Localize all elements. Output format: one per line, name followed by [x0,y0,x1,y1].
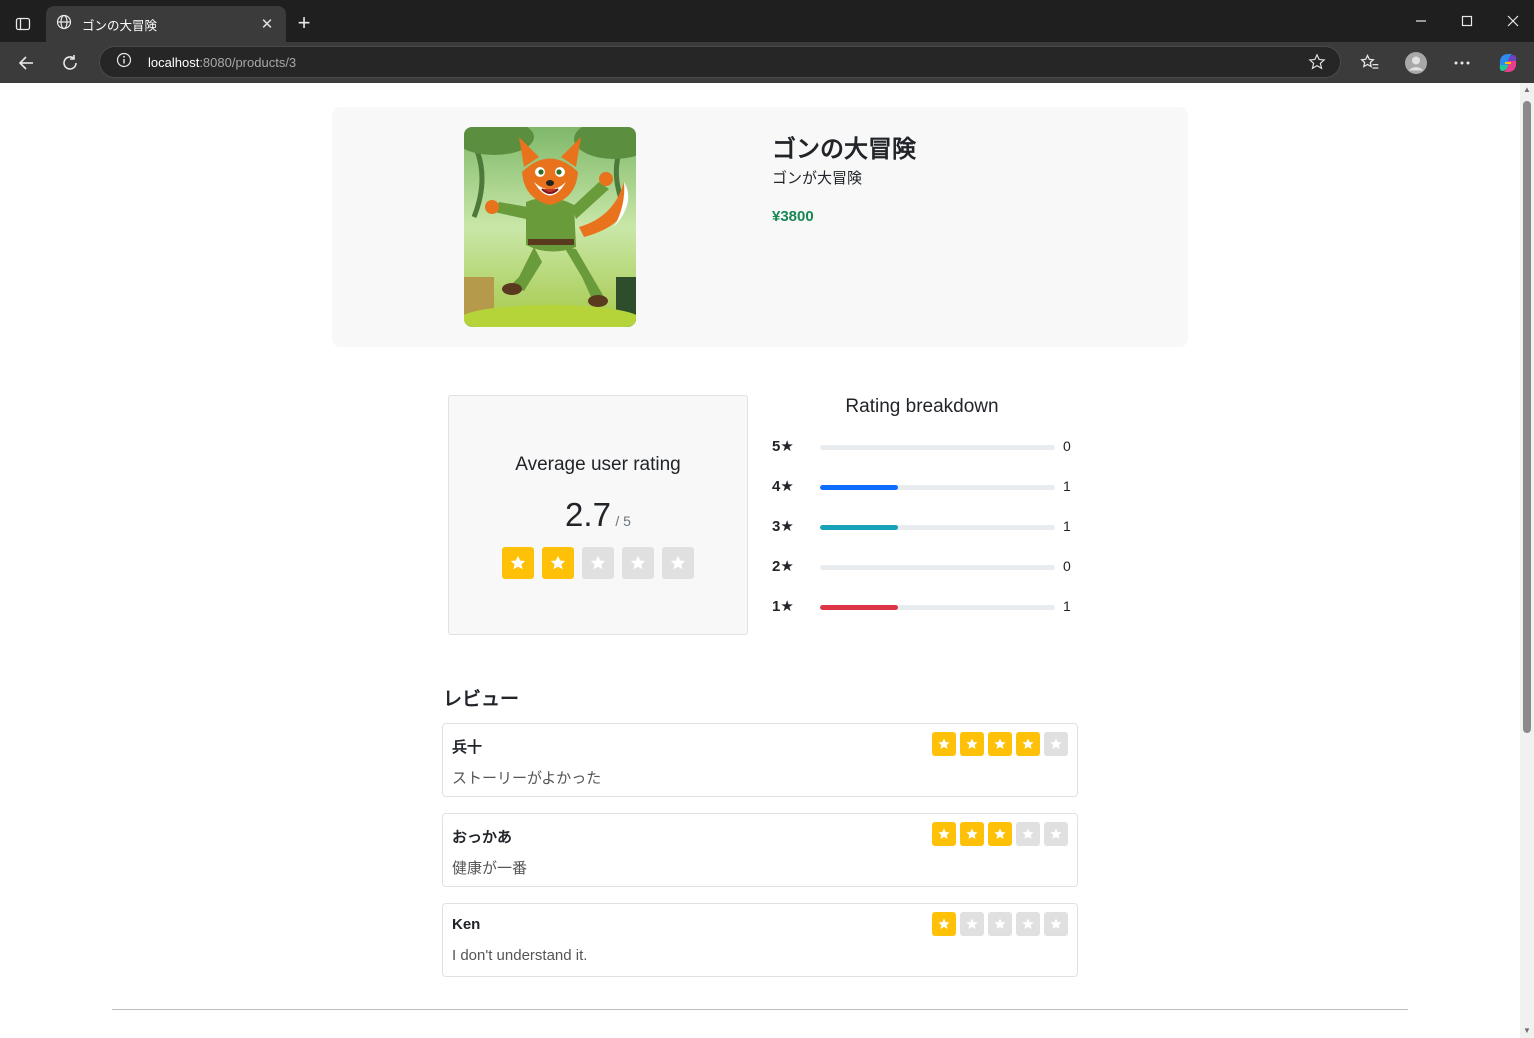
review-card: Ken I don't understand it. [442,903,1078,977]
review-card: 兵十ストーリーがよかった [442,723,1078,797]
average-rating-box: Average user rating 2.7 / 5 [448,395,748,635]
sidebar-toggle-icon[interactable] [10,11,36,37]
profile-avatar-icon[interactable] [1403,50,1429,76]
breakdown-count: 0 [1063,438,1071,454]
average-rating-number: 2.7 [565,496,611,533]
scroll-down-icon[interactable]: ▼ [1523,1027,1531,1035]
reviews-heading: レビュー [443,689,520,710]
product-card: ゴンの大冒険 ゴンが大冒険 ¥3800 [332,107,1188,347]
favorites-list-icon[interactable] [1357,50,1383,76]
review-stars [932,732,1068,756]
star-filled-icon [932,912,956,936]
back-arrow-icon[interactable] [13,50,39,76]
product-subtitle: ゴンが大冒険 [772,170,863,187]
star-filled-icon [988,822,1012,846]
star-filled-icon [960,732,984,756]
star-filled-icon [502,547,534,579]
rating-breakdown-row: 3★ 1 [772,517,1082,537]
rating-breakdown-row: 4★ 1 [772,477,1082,497]
url-path: :8080/products/3 [199,54,297,70]
review-text: ストーリーがよかった [452,770,602,787]
breakdown-progress-fill [820,485,899,490]
breakdown-count: 1 [1063,598,1071,614]
star-empty-icon [1016,912,1040,936]
average-rating-title: Average user rating [515,454,681,475]
breakdown-star-label: 4★ [772,478,794,495]
browser-titlebar: ゴンの大冒険 ✕ + [0,0,1534,42]
browser-tab-active[interactable]: ゴンの大冒険 ✕ [46,6,286,42]
more-menu-icon[interactable] [1449,50,1475,76]
average-rating-stars [502,547,694,579]
copilot-icon[interactable] [1495,50,1521,76]
star-empty-icon [1044,732,1068,756]
star-filled-icon [1016,732,1040,756]
breakdown-star-label: 2★ [772,558,794,575]
breakdown-star-label: 5★ [772,438,794,455]
breakdown-progress-bar [820,525,1055,530]
tab-close-icon[interactable]: ✕ [258,15,276,33]
browser-toolbar: localhost:8080/products/3 [0,42,1534,83]
breakdown-progress-fill [820,525,899,530]
breakdown-progress-bar [820,485,1055,490]
new-tab-icon[interactable]: + [292,12,316,36]
globe-icon [56,14,72,35]
address-bar[interactable]: localhost:8080/products/3 [99,46,1341,78]
breakdown-count: 1 [1063,518,1071,534]
scroll-up-icon[interactable]: ▲ [1523,86,1531,94]
star-filled-icon [932,822,956,846]
star-filled-icon [542,547,574,579]
star-empty-icon [988,912,1012,936]
star-filled-icon [932,732,956,756]
star-filled-icon [960,822,984,846]
scrollbar-thumb[interactable] [1523,101,1531,733]
average-rating-value: 2.7 / 5 [449,496,747,534]
breakdown-star-label: 1★ [772,598,794,615]
review-card: おっかあ 健康が一番 [442,813,1078,887]
product-price: ¥3800 [772,208,814,225]
breakdown-progress-bar [820,605,1055,610]
rating-breakdown-title: Rating breakdown [845,396,999,417]
star-empty-icon [1016,822,1040,846]
minimize-icon[interactable] [1410,12,1432,32]
tab-title: ゴンの大冒険 [82,18,158,33]
star-empty-icon [960,912,984,936]
maximize-icon[interactable] [1456,12,1478,32]
breakdown-progress-fill [820,605,899,610]
review-stars [932,912,1068,936]
site-info-icon[interactable] [116,52,132,73]
rating-breakdown-row: 2★ 0 [772,557,1082,577]
url-host: localhost [148,54,200,70]
star-empty-icon [582,547,614,579]
breakdown-progress-bar [820,445,1055,450]
review-stars [932,822,1068,846]
average-rating-max: / 5 [615,513,631,529]
rating-breakdown-row: 5★ 0 [772,437,1082,457]
breakdown-count: 1 [1063,478,1071,494]
page-scrollbar[interactable]: ▲ ▼ [1520,83,1534,1038]
breakdown-count: 0 [1063,558,1071,574]
refresh-icon[interactable] [57,50,83,76]
review-text: I don't understand it. [452,947,588,964]
star-empty-icon [1044,822,1068,846]
footer-divider [112,1009,1408,1010]
review-author: おっかあ [452,829,513,846]
star-empty-icon [622,547,654,579]
review-author: 兵十 [452,739,483,756]
fox-adventurer-illustration [464,127,636,327]
breakdown-progress-bar [820,565,1055,570]
breakdown-star-label: 3★ [772,518,794,535]
review-author: Ken [452,916,481,933]
close-window-icon[interactable] [1502,12,1524,32]
review-text: 健康が一番 [452,860,528,877]
favorite-star-icon[interactable] [1308,53,1326,76]
star-filled-icon [988,732,1012,756]
product-title: ゴンの大冒険 [772,136,916,163]
star-empty-icon [1044,912,1068,936]
page-content: ゴンの大冒険 ゴンが大冒険 ¥3800 Average user rating … [0,83,1520,1038]
rating-breakdown-row: 1★ 1 [772,597,1082,617]
star-empty-icon [662,547,694,579]
